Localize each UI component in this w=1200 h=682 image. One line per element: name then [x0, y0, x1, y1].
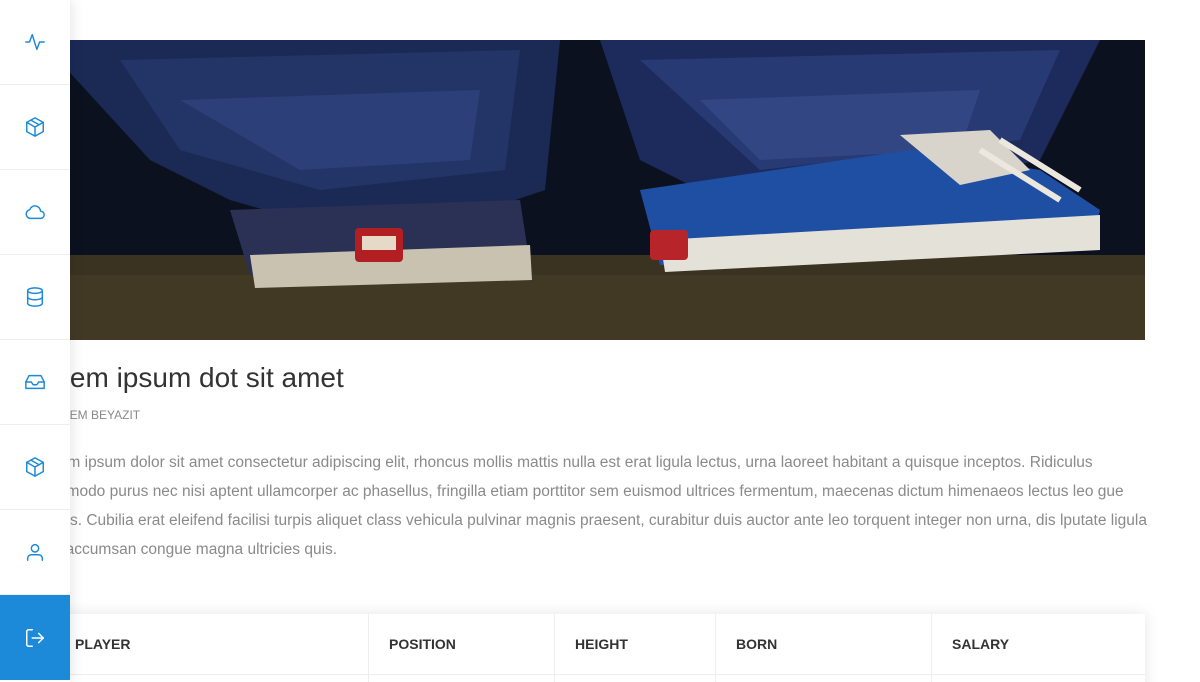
table-header-row: PLAYER POSITION HEIGHT BORN SALARY	[55, 614, 1145, 675]
sidebar-item-box[interactable]	[0, 85, 70, 170]
article-body: orem ipsum dolor sit amet consectetur ad…	[45, 454, 1147, 558]
table-cell	[369, 675, 555, 682]
log-out-icon	[26, 628, 44, 647]
sidebar-item-logout[interactable]	[0, 595, 70, 680]
box-icon	[26, 457, 44, 477]
inbox-icon	[25, 374, 45, 390]
sidebar-item-user[interactable]	[0, 510, 70, 595]
cloud-icon	[25, 205, 45, 220]
column-header-position[interactable]: POSITION	[369, 614, 555, 674]
hero-image	[0, 40, 1145, 340]
user-icon	[26, 543, 44, 561]
table-row	[55, 675, 1145, 682]
table-cell	[932, 675, 1145, 682]
players-table: PLAYER POSITION HEIGHT BORN SALARY	[55, 614, 1145, 682]
sneakers-photo	[0, 40, 1145, 340]
database-icon	[26, 287, 44, 307]
sidebar-item-box-2[interactable]	[0, 425, 70, 510]
sidebar-item-activity[interactable]	[0, 0, 70, 85]
sidebar-item-database[interactable]	[0, 255, 70, 340]
table-cell	[55, 675, 369, 682]
column-header-height[interactable]: HEIGHT	[555, 614, 716, 674]
article-title: orem ipsum dot sit amet	[45, 362, 344, 393]
sidebar-item-cloud[interactable]	[0, 170, 70, 255]
column-header-player[interactable]: PLAYER	[55, 614, 369, 674]
activity-icon	[25, 33, 45, 51]
table-cell	[555, 675, 716, 682]
column-header-born[interactable]: BORN	[716, 614, 932, 674]
sidebar-nav	[0, 0, 70, 682]
sidebar-item-inbox[interactable]	[0, 340, 70, 425]
table-cell	[716, 675, 932, 682]
column-header-salary[interactable]: SALARY	[932, 614, 1145, 674]
main-content: orem ipsum dot sit amet KEREM BEYAZIT or…	[0, 0, 1200, 682]
box-icon	[26, 117, 44, 137]
